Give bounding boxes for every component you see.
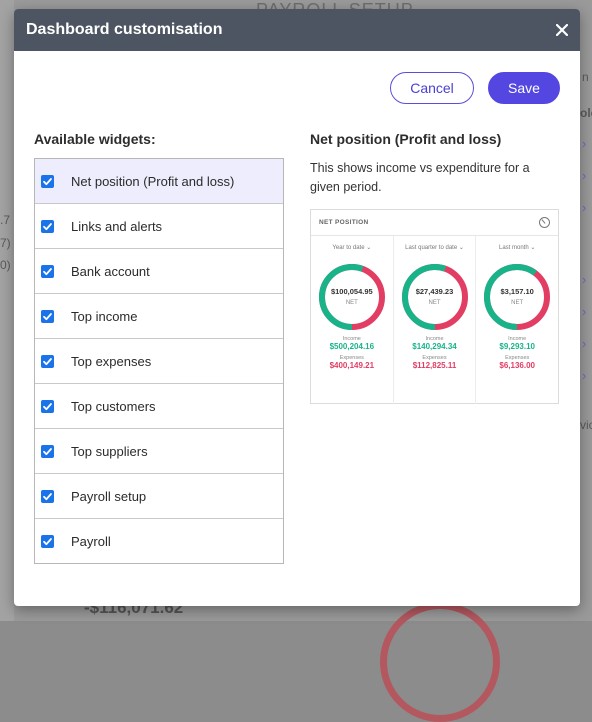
close-icon[interactable] [555, 20, 569, 40]
chevron-down-icon: ⌄ [458, 245, 464, 251]
net-ring: $3,157.10 NET [482, 262, 552, 332]
expenses-value: $400,149.21 [329, 361, 375, 370]
widget-preview: NET POSITION Year to date ⌄ $100,054.95 NE… [310, 209, 559, 404]
dashboard-customisation-dialog: Dashboard customisation Cancel Save Avai… [14, 9, 580, 606]
income-value: $9,293.10 [499, 342, 535, 351]
period-label: Last month [498, 245, 529, 251]
period-dropdown[interactable]: Last month ⌄ [476, 244, 558, 251]
net-value: $3,157.10 [500, 287, 534, 296]
chevron-right-icon: › [582, 168, 587, 183]
widget-label: Bank account [71, 263, 150, 279]
checkbox[interactable] [41, 219, 54, 233]
background-snippet-3: vic [580, 418, 592, 432]
checkbox[interactable] [41, 489, 54, 503]
net-label: NET [345, 300, 358, 306]
widget-label: Top customers [71, 398, 156, 414]
expenses-value: $6,136.00 [499, 361, 535, 370]
income-value: $500,204.16 [329, 342, 375, 351]
background-left-value: .7 [0, 213, 11, 227]
period-dropdown[interactable]: Last quarter to date ⌄ [394, 244, 476, 251]
preview-header: NET POSITION [311, 210, 558, 236]
widget-label: Payroll setup [71, 488, 147, 504]
checkbox[interactable] [41, 174, 54, 188]
net-value: $100,054.95 [330, 287, 373, 296]
dialog-actions: Cancel Save [390, 72, 560, 104]
preview-column: Last quarter to date ⌄ $27,439.23 NET Incom… [394, 236, 477, 404]
widget-label: Net position (Profit and loss) [71, 173, 235, 189]
preview-title: NET POSITION [319, 219, 369, 226]
dialog-title: Dashboard customisation [26, 21, 223, 38]
background-left-value: 7) [0, 236, 11, 250]
chevron-down-icon: ⌄ [530, 245, 536, 251]
net-value: $27,439.23 [415, 287, 454, 296]
period-dropdown[interactable]: Year to date ⌄ [311, 244, 393, 251]
checkbox[interactable] [41, 399, 54, 413]
widget-label: Links and alerts [71, 218, 163, 234]
widget-row[interactable]: Net position (Profit and loss) [35, 159, 283, 204]
widget-row[interactable]: Top customers [35, 384, 283, 429]
background-left-value: 0) [0, 258, 11, 272]
chevron-down-icon: ⌄ [366, 245, 372, 251]
widget-row[interactable]: Payroll [35, 519, 283, 563]
period-label: Year to date [332, 245, 365, 251]
chevron-right-icon: › [582, 272, 587, 287]
chevron-right-icon: › [582, 336, 587, 351]
chevron-right-icon: › [582, 368, 587, 383]
widget-row[interactable]: Links and alerts [35, 204, 283, 249]
widget-label: Top suppliers [71, 443, 148, 459]
background-snippet-2: ole [580, 106, 592, 120]
checkbox[interactable] [41, 264, 54, 278]
preview-column: Last month ⌄ $3,157.10 NET Income $9,293.10 E… [476, 236, 558, 404]
net-ring: $100,054.95 NET [317, 262, 387, 332]
available-widgets-title: Available widgets: [34, 131, 156, 147]
widget-label: Top expenses [71, 353, 152, 369]
save-button[interactable]: Save [488, 72, 560, 104]
preview-column: Year to date ⌄ $100,054.95 NET Income $500,2… [311, 236, 394, 404]
preview-columns: Year to date ⌄ $100,054.95 NET Income $500,2… [311, 236, 558, 404]
checkbox[interactable] [41, 534, 54, 548]
background-snippet: n i [582, 70, 592, 84]
net-ring: $27,439.23 NET [400, 262, 470, 332]
widget-detail-description: This shows income vs expenditure for a g… [310, 161, 530, 194]
background-chart-ring [380, 602, 500, 722]
cancel-button[interactable]: Cancel [390, 72, 474, 104]
background-left-panel [0, 0, 14, 621]
income-value: $140,294.34 [412, 342, 457, 351]
dialog-header: Dashboard customisation [14, 9, 580, 51]
widget-row[interactable]: Top expenses [35, 339, 283, 384]
settings-icon [539, 217, 550, 228]
checkbox[interactable] [41, 309, 54, 323]
widget-row[interactable]: Top suppliers [35, 429, 283, 474]
widget-row[interactable]: Top income [35, 294, 283, 339]
widget-row[interactable]: Payroll setup [35, 474, 283, 519]
checkbox[interactable] [41, 354, 54, 368]
chevron-right-icon: › [582, 304, 587, 319]
chevron-right-icon: › [582, 200, 587, 215]
chevron-right-icon: › [582, 136, 587, 151]
expenses-value: $112,825.11 [412, 361, 457, 370]
widget-label: Payroll [71, 533, 111, 549]
net-label: NET [428, 300, 441, 306]
checkbox[interactable] [41, 444, 54, 458]
net-label: NET [511, 300, 524, 306]
widget-row[interactable]: Bank account [35, 249, 283, 294]
widget-detail-title: Net position (Profit and loss) [310, 131, 502, 147]
period-label: Last quarter to date [405, 245, 458, 251]
widget-label: Top income [71, 308, 138, 324]
widget-list: Net position (Profit and loss) Links and … [34, 158, 284, 564]
